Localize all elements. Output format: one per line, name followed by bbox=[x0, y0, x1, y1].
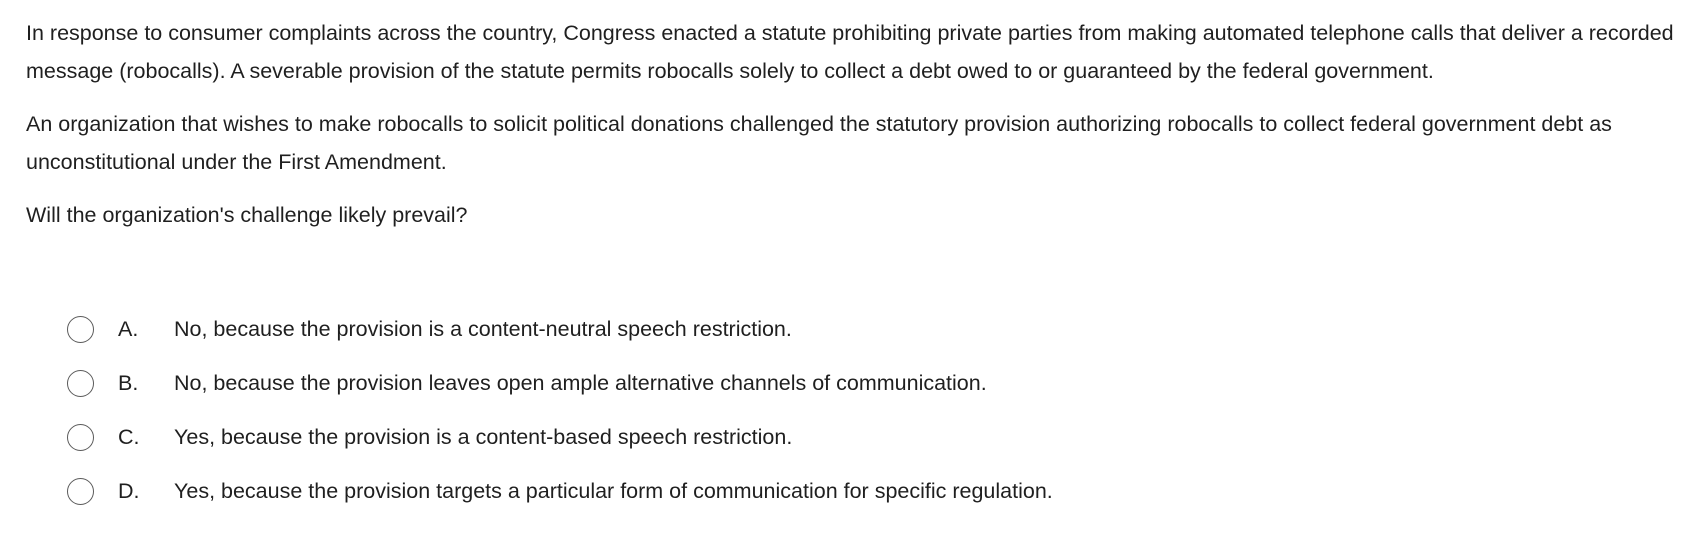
choice-a[interactable]: A. No, because the provision is a conten… bbox=[67, 302, 1667, 356]
choice-text[interactable]: No, because the provision is a content-n… bbox=[174, 317, 792, 342]
choice-c[interactable]: C. Yes, because the provision is a conte… bbox=[67, 410, 1667, 464]
choice-letter: A. bbox=[118, 316, 139, 341]
choice-text[interactable]: Yes, because the provision is a content-… bbox=[174, 425, 792, 450]
choice-d[interactable]: D. Yes, because the provision targets a … bbox=[67, 464, 1667, 518]
stem-paragraph: In response to consumer complaints acros… bbox=[26, 21, 1674, 83]
radio-button-d[interactable] bbox=[67, 477, 94, 505]
radio-button-b[interactable] bbox=[67, 369, 94, 397]
radio-button-c[interactable] bbox=[67, 423, 94, 451]
choice-letter: D. bbox=[118, 478, 140, 503]
radio-button-a[interactable] bbox=[67, 315, 94, 343]
choice-text[interactable]: Yes, because the provision targets a par… bbox=[174, 479, 1053, 504]
choice-letter: C. bbox=[118, 424, 140, 449]
choice-b[interactable]: B. No, because the provision leaves open… bbox=[67, 356, 1667, 410]
choice-text[interactable]: No, because the provision leaves open am… bbox=[174, 371, 987, 396]
stem-paragraph: An organization that wishes to make robo… bbox=[26, 112, 1612, 174]
choice-letter: B. bbox=[118, 370, 139, 395]
answer-choices: A. No, because the provision is a conten… bbox=[67, 302, 1667, 518]
question-prompt: Will the organization's challenge likely… bbox=[26, 203, 468, 227]
question-stem: In response to consumer complaints acros… bbox=[26, 14, 1686, 234]
